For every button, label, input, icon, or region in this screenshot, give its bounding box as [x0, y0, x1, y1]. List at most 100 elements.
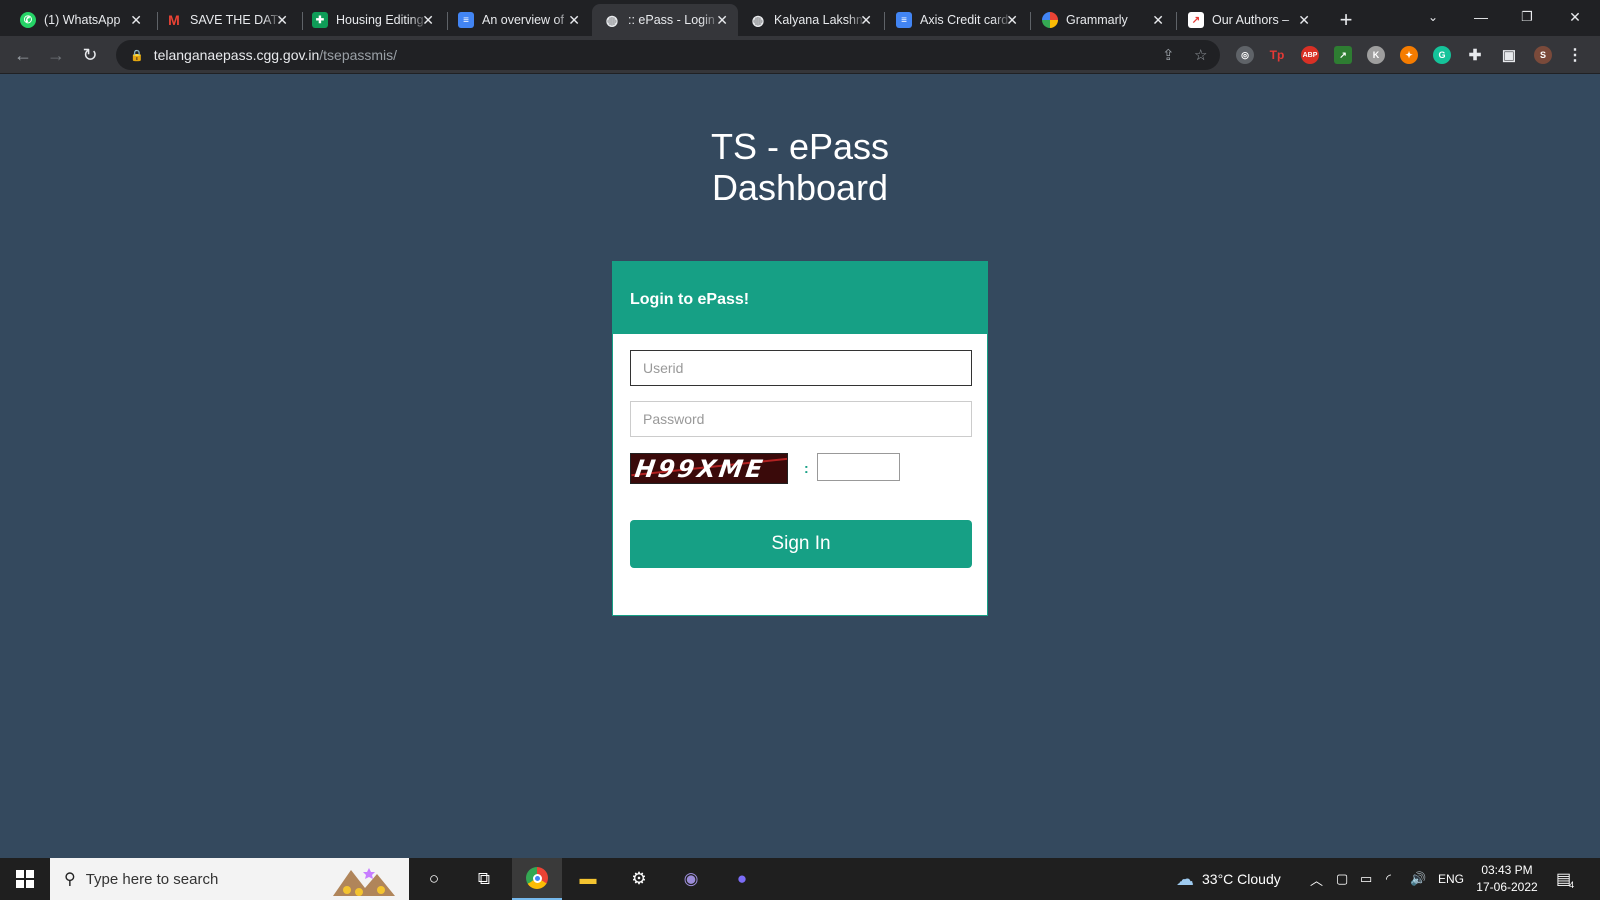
tab-title: :: ePass - Login [628, 13, 715, 27]
weather-widget[interactable]: ☁ 33°C Cloudy [1176, 858, 1281, 900]
tab-title: Grammarly [1066, 13, 1128, 27]
tab-title: Kalyana Lakshmi [774, 13, 866, 27]
k-extension-icon[interactable]: K [1367, 46, 1385, 64]
clock-time: 03:43 PM [1481, 863, 1533, 877]
taskbar: ⚲ Type here to search ○ ⧉ ▬ ⚙ ◉ ● ☁ 33°C… [0, 858, 1600, 900]
volume-icon[interactable]: 🔊 [1410, 858, 1426, 900]
cortana-icon[interactable]: ○ [409, 858, 459, 900]
tab-title: Our Authors – [1212, 13, 1290, 27]
bookmark-star-icon[interactable]: ☆ [1194, 46, 1207, 64]
extension-icon[interactable]: ✦ [1400, 46, 1418, 64]
windows-logo-icon [16, 870, 34, 888]
docs-icon: ≡ [896, 12, 912, 28]
wifi-icon[interactable]: ◜ [1386, 858, 1391, 900]
search-highlight-illustration [333, 868, 395, 896]
tab-title: (1) WhatsApp [44, 13, 121, 27]
login-card-header: Login to ePass! [613, 262, 987, 334]
tab-title: Housing Editing [336, 13, 424, 27]
extensions-puzzle-icon[interactable]: ✚ [1466, 46, 1484, 64]
page-title: TS - ePass Dashboard [0, 126, 1600, 208]
google-icon [1042, 12, 1058, 28]
close-tab-icon[interactable]: ✕ [1152, 12, 1164, 29]
url-host: telanganaepass.cgg.gov.in [153, 47, 320, 63]
captcha-input[interactable] [817, 453, 900, 481]
tab-epass-login[interactable]: ◍ :: ePass - Login ✕ [592, 4, 738, 36]
share-icon[interactable]: ⇪ [1162, 46, 1175, 64]
taskbar-search-placeholder: Type here to search [85, 870, 219, 888]
grammarly-icon[interactable]: G [1433, 46, 1451, 64]
reload-button[interactable]: ↻ [76, 41, 104, 69]
close-tab-icon[interactable]: ✕ [422, 12, 434, 29]
close-tab-icon[interactable]: ✕ [1006, 12, 1018, 29]
task-view-icon[interactable]: ⧉ [459, 858, 509, 900]
side-panel-icon[interactable]: ▣ [1500, 46, 1518, 64]
captcha-image: H99XME [630, 453, 788, 484]
tab-whatsapp[interactable]: ✆ (1) WhatsApp ✕ [8, 4, 152, 36]
close-tab-icon[interactable]: ✕ [130, 12, 142, 29]
globe-icon: ◍ [605, 11, 619, 28]
tab-axis-credit[interactable]: ≡ Axis Credit card ✕ [884, 4, 1028, 36]
authors-icon: ↗ [1188, 12, 1204, 28]
close-tab-icon[interactable]: ✕ [860, 12, 872, 29]
tab-search-chevron-icon[interactable]: ⌄ [1410, 0, 1456, 34]
captcha-separator: : [804, 460, 809, 476]
close-tab-icon[interactable]: ✕ [276, 12, 288, 29]
tab-title: Axis Credit card [920, 13, 1009, 27]
close-window-button[interactable]: ✕ [1552, 0, 1598, 34]
password-input[interactable] [630, 401, 972, 437]
restore-button[interactable]: ❐ [1504, 0, 1550, 34]
adblock-icon[interactable]: ABP [1301, 46, 1319, 64]
battery-icon[interactable]: ▭ [1360, 858, 1372, 900]
menu-kebab-icon[interactable]: ⋮ [1566, 46, 1584, 64]
app-taskbar-icon[interactable]: ● [717, 858, 767, 900]
tab-sheets[interactable]: ✚ Housing Editing ✕ [300, 4, 444, 36]
tray-chevron-icon[interactable]: ︿ [1310, 858, 1323, 900]
tab-title: An overview of [482, 13, 564, 27]
new-tab-button[interactable]: + [1332, 6, 1360, 34]
tab-our-authors[interactable]: ↗ Our Authors – ✕ [1176, 4, 1320, 36]
userid-input[interactable] [630, 350, 972, 386]
tab-gmail[interactable]: M SAVE THE DATE ✕ [154, 4, 298, 36]
clock-date: 17-06-2022 [1476, 880, 1538, 894]
language-indicator[interactable]: ENG [1438, 858, 1464, 900]
browser-toolbar: ← → ↻ 🔒 telanganaepass.cgg.gov.in /tsepa… [0, 36, 1600, 74]
captcha-text: H99XME [633, 455, 768, 483]
settings-gear-icon[interactable]: ⚙ [614, 858, 664, 900]
docs-icon: ≡ [458, 12, 474, 28]
tab-docs-overview[interactable]: ≡ An overview of ✕ [446, 4, 590, 36]
tab-strip: ✆ (1) WhatsApp ✕ M SAVE THE DATE ✕ ✚ Hou… [0, 0, 1600, 36]
forward-button[interactable]: → [42, 41, 70, 69]
back-button[interactable]: ← [9, 41, 37, 69]
chrome-taskbar-icon[interactable] [512, 858, 562, 900]
weather-text: 33°C Cloudy [1202, 871, 1281, 887]
whatsapp-icon: ✆ [20, 12, 36, 28]
gmail-icon: M [168, 12, 180, 28]
search-icon: ⚲ [64, 871, 76, 888]
sign-in-button[interactable]: Sign In [630, 520, 972, 568]
taskbar-search[interactable]: ⚲ Type here to search [50, 858, 409, 900]
start-button[interactable] [0, 858, 50, 900]
profile-avatar[interactable]: S [1534, 46, 1552, 64]
meet-icon[interactable]: ▢ [1336, 858, 1348, 900]
clock[interactable]: 03:43 PM 17-06-2022 [1472, 862, 1542, 896]
tp-extension-icon[interactable]: Tp [1268, 46, 1286, 64]
tab-kalyana[interactable]: ◍ Kalyana Lakshmi ✕ [738, 4, 882, 36]
extension-icon[interactable]: ◎ [1236, 46, 1254, 64]
globe-icon: ◍ [751, 11, 765, 28]
login-card: Login to ePass! H99XME : Sign In [612, 261, 988, 616]
page-title-line1: TS - ePass [710, 126, 890, 167]
lock-icon[interactable]: 🔒 [130, 49, 144, 62]
file-explorer-icon[interactable]: ▬ [563, 858, 613, 900]
extension-icon[interactable]: ↗ [1334, 46, 1352, 64]
minimize-button[interactable]: — [1458, 0, 1504, 34]
address-bar[interactable]: 🔒 telanganaepass.cgg.gov.in /tsepassmis/… [116, 40, 1220, 70]
app-taskbar-icon[interactable]: ◉ [666, 858, 716, 900]
close-tab-icon[interactable]: ✕ [716, 12, 728, 29]
close-tab-icon[interactable]: ✕ [568, 12, 580, 29]
tab-title: SAVE THE DATE [190, 13, 282, 27]
close-tab-icon[interactable]: ✕ [1298, 12, 1310, 29]
cloud-icon: ☁ [1176, 868, 1194, 889]
notifications-icon[interactable]: ▤ 4 [1556, 858, 1574, 900]
tab-grammarly[interactable]: Grammarly ✕ [1030, 4, 1174, 36]
page-title-line2: Dashboard [711, 167, 889, 208]
